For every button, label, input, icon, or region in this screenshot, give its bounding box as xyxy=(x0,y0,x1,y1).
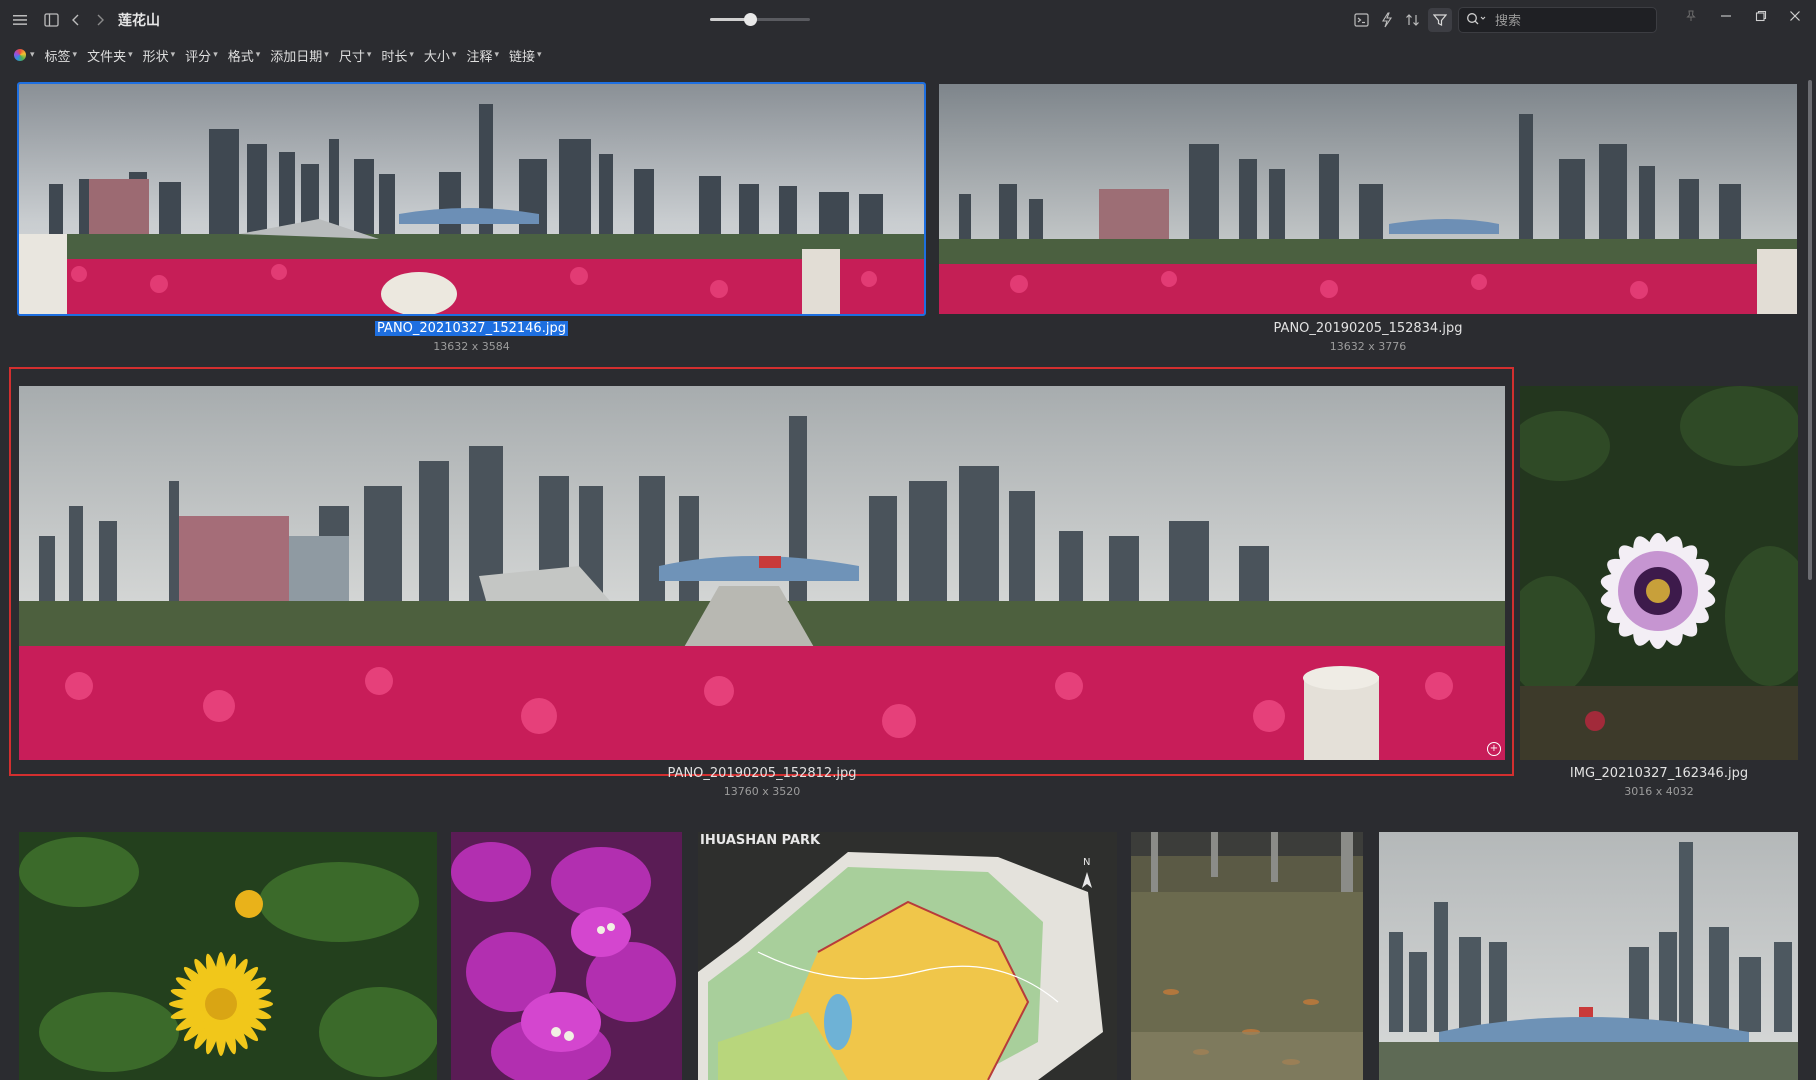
filter-chip-label: 尺寸 xyxy=(338,49,365,65)
filter-chip[interactable]: 大小 ▾ xyxy=(424,46,457,65)
filter-chip-label: 形状 xyxy=(142,49,169,65)
svg-text:N: N xyxy=(1083,857,1090,868)
filter-chip[interactable]: 格式 ▾ xyxy=(228,46,261,65)
filter-chip[interactable]: 评分 ▾ xyxy=(185,46,218,65)
image-dimensions: 13632 x 3776 xyxy=(1329,340,1407,353)
thumbnail-pano-1[interactable] xyxy=(17,82,926,316)
title-bar: 莲花山 xyxy=(0,0,1816,40)
image-dimensions: 13760 x 3520 xyxy=(723,785,801,798)
image-name[interactable]: IMG_20210327_162346.jpg xyxy=(1520,766,1798,781)
terminal-icon[interactable] xyxy=(1350,8,1374,32)
chevron-down-icon: ▾ xyxy=(30,50,35,60)
filter-chip[interactable]: 文件夹 ▾ xyxy=(87,46,133,65)
filter-chip-label: 格式 xyxy=(227,49,254,65)
filter-chip-label: 评分 xyxy=(185,49,212,65)
thumbnail-park-map[interactable]: IHUASHAN PARK N xyxy=(698,832,1117,1080)
chevron-down-icon: ▾ xyxy=(366,50,372,60)
filter-chip-label: 大小 xyxy=(423,49,450,65)
filter-chip-label: 链接 xyxy=(509,49,536,65)
filter-chip[interactable]: 注释 ▾ xyxy=(466,46,499,65)
chevron-down-icon: ▾ xyxy=(213,50,218,60)
filter-bar: ▾ 标签 ▾ 文件夹 ▾ 形状 ▾ 评分 ▾ 格式 ▾ 添加日期 ▾ 尺寸 ▾ 时长 ▾ 大小 ▾ 注释 ▾ 链接 ▾ xyxy=(14,44,552,66)
window-title: 莲花山 xyxy=(118,13,160,29)
chevron-down-icon: ▾ xyxy=(494,50,499,60)
zoom-slider-knob[interactable] xyxy=(744,13,757,26)
chevron-down-icon: ▾ xyxy=(128,50,133,60)
thumbnail-flower-white[interactable] xyxy=(1520,386,1798,760)
thumbnail-city-view[interactable] xyxy=(1379,832,1798,1080)
filter-chip[interactable]: 标签 ▾ xyxy=(45,46,78,65)
filter-icon[interactable] xyxy=(1428,8,1452,32)
filter-chip-label: 时长 xyxy=(381,49,408,65)
search-box[interactable] xyxy=(1458,7,1657,33)
chevron-down-icon: ▾ xyxy=(324,50,329,60)
filter-chip[interactable]: 添加日期 ▾ xyxy=(270,46,329,65)
image-name[interactable]: PANO_20190205_152834.jpg xyxy=(939,321,1797,336)
thumbnail-pano-3[interactable]: + xyxy=(19,386,1505,760)
color-filter[interactable]: ▾ xyxy=(14,49,35,61)
sort-icon[interactable] xyxy=(1401,8,1425,32)
filter-chip-label: 添加日期 xyxy=(270,49,323,65)
chevron-down-icon: ▾ xyxy=(537,50,542,60)
filter-chip-label: 标签 xyxy=(44,49,71,65)
filter-chip-label: 注释 xyxy=(466,49,493,65)
filter-chip-label: 文件夹 xyxy=(87,49,127,65)
thumbnail-flower-yellow[interactable] xyxy=(19,832,437,1080)
chevron-down-icon: ▾ xyxy=(170,50,176,60)
forward-icon[interactable] xyxy=(88,8,112,32)
scrollbar[interactable] xyxy=(1808,80,1812,580)
image-name[interactable]: PANO_20190205_152812.jpg xyxy=(19,766,1505,781)
search-input[interactable] xyxy=(1493,10,1647,32)
menu-icon[interactable] xyxy=(9,8,33,32)
back-icon[interactable] xyxy=(64,8,88,32)
filter-chip[interactable]: 形状 ▾ xyxy=(143,46,176,65)
image-dimensions: 3016 x 4032 xyxy=(1624,785,1694,798)
sign-text: IHUASHAN PARK xyxy=(700,833,821,848)
search-icon xyxy=(1466,12,1488,26)
filter-chip[interactable]: 尺寸 ▾ xyxy=(339,46,372,65)
chevron-down-icon: ▾ xyxy=(72,50,78,60)
chevron-down-icon: ▾ xyxy=(451,50,457,60)
close-icon[interactable] xyxy=(1780,4,1810,28)
chevron-down-icon: ▾ xyxy=(409,50,414,60)
image-name[interactable]: PANO_20210327_152146.jpg xyxy=(17,321,926,336)
restore-icon[interactable] xyxy=(1746,4,1776,28)
thumbnail-bougainvillea[interactable] xyxy=(451,832,682,1080)
pin-icon[interactable] xyxy=(1676,4,1706,28)
lightning-icon[interactable] xyxy=(1375,8,1399,32)
sidebar-icon[interactable] xyxy=(40,8,64,32)
filter-list: 标签 ▾ 文件夹 ▾ 形状 ▾ 评分 ▾ 格式 ▾ 添加日期 ▾ 尺寸 ▾ 时长 ▾ 大小 ▾ 注释 ▾ 链接 ▾ xyxy=(45,46,552,65)
image-dimensions: 13632 x 3584 xyxy=(433,340,510,353)
zoom-icon[interactable]: + xyxy=(1487,742,1501,756)
chevron-down-icon: ▾ xyxy=(255,50,261,60)
minimize-icon[interactable] xyxy=(1711,4,1741,28)
filter-chip[interactable]: 时长 ▾ xyxy=(381,46,414,65)
thumbnail-pano-2[interactable] xyxy=(939,84,1797,314)
thumbnail-koi-pond[interactable] xyxy=(1131,832,1363,1080)
palette-icon xyxy=(14,49,26,61)
filter-chip[interactable]: 链接 ▾ xyxy=(509,46,542,65)
zoom-slider[interactable] xyxy=(710,13,810,26)
